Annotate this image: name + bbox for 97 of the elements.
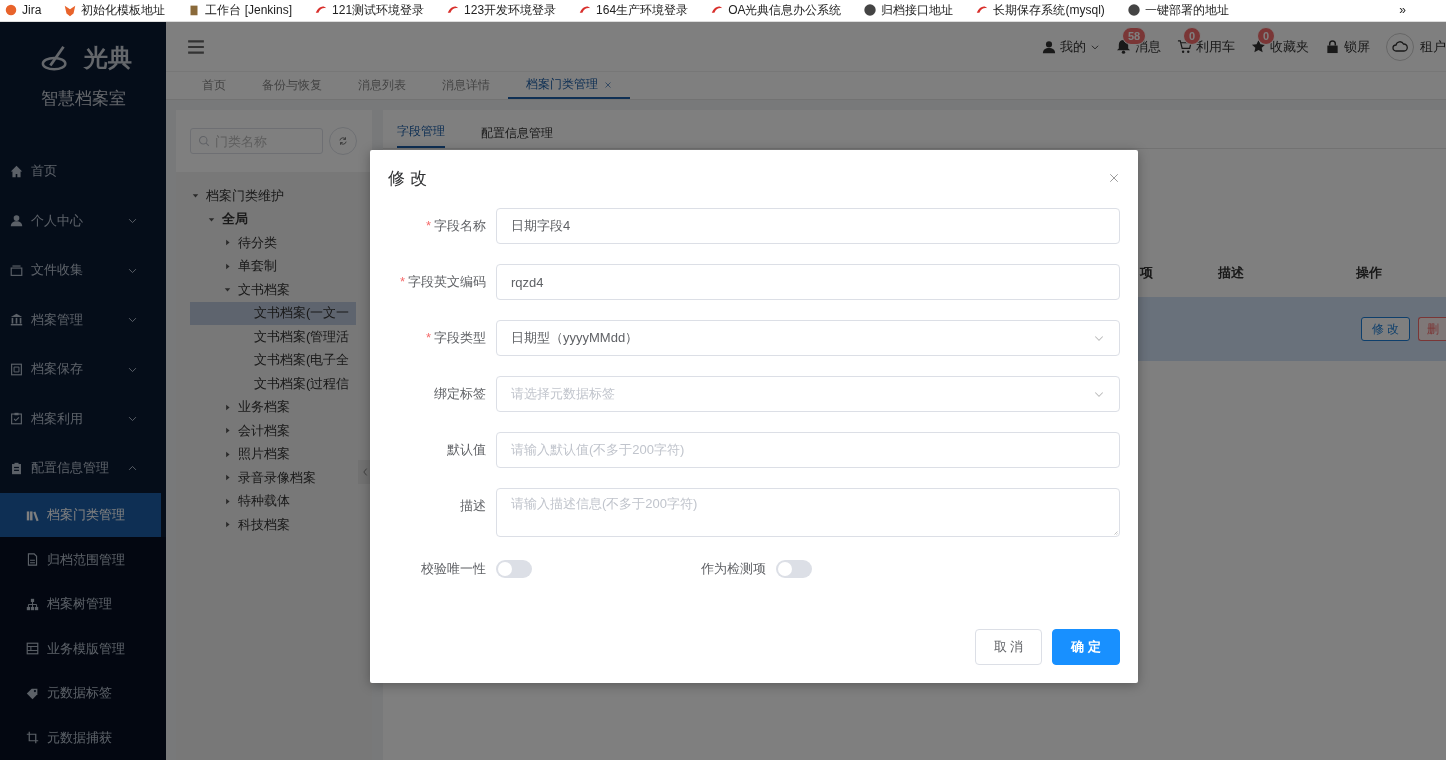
bank-icon	[10, 313, 23, 327]
content-tab[interactable]: 配置信息管理	[481, 125, 553, 148]
field-label: 字段英文编码	[408, 274, 486, 289]
tree-node[interactable]: 文书档案(电子全	[190, 348, 356, 372]
bookmark-link[interactable]: OA光典信息办公系统	[710, 0, 842, 20]
search-icon	[198, 135, 210, 147]
tree-node[interactable]: 全局	[190, 207, 356, 231]
column-header: 操作	[1356, 264, 1383, 282]
field-label: 描述	[460, 498, 486, 513]
site-icon	[4, 3, 18, 17]
sidebar-subitem[interactable]: 归档范围管理	[0, 537, 166, 582]
net-icon	[26, 597, 39, 611]
sidebar-item[interactable]: 配置信息管理	[0, 443, 166, 493]
required-mark: *	[399, 274, 405, 289]
crop-icon	[26, 731, 39, 745]
tray-icon	[10, 263, 23, 277]
sidebar-item[interactable]: 档案保存	[0, 344, 166, 394]
star-icon	[1251, 39, 1266, 54]
tree-node[interactable]: 文书档案(过程信	[190, 372, 356, 396]
tree-node[interactable]: 文书档案	[190, 278, 356, 302]
page-tab[interactable]: 首页	[184, 72, 244, 99]
content-tab[interactable]: 字段管理	[397, 123, 445, 148]
bookmark-link[interactable]: 一键部署的地址	[1126, 0, 1229, 20]
tree-node[interactable]: 科技档案	[190, 513, 356, 537]
bookmark-link[interactable]: 归档接口地址	[863, 0, 954, 20]
sidebar-subitem[interactable]: 档案门类管理	[0, 492, 161, 538]
board-icon	[10, 461, 23, 475]
user-icon	[10, 214, 23, 228]
cart-icon	[1177, 39, 1192, 54]
tree-node[interactable]: 业务档案	[190, 395, 356, 419]
menu-icon[interactable]	[186, 37, 206, 56]
tree-node[interactable]: 特种载体	[190, 489, 356, 513]
chevron-left-icon	[360, 466, 370, 478]
toggle-switch[interactable]	[776, 560, 812, 578]
required-mark: *	[425, 330, 431, 345]
refresh-button[interactable]	[329, 127, 357, 155]
delete-button[interactable]: 删	[1418, 317, 1446, 341]
field-label: 字段类型	[434, 330, 486, 345]
books-icon	[26, 508, 39, 522]
sidebar-subitem[interactable]: 元数据捕获	[0, 715, 166, 760]
user-menu[interactable]: 我的	[1042, 37, 1100, 56]
sidebar-item[interactable]: 个人中心	[0, 195, 166, 246]
more-bookmarks-button[interactable]: »	[1399, 0, 1406, 20]
tenant-menu[interactable]: 租户	[1386, 32, 1446, 61]
switch-label: 作为检测项	[700, 560, 767, 578]
switch-label: 校验唯一性	[420, 560, 487, 578]
input-field[interactable]: rqzd4	[496, 264, 1120, 300]
tag-icon	[26, 686, 39, 700]
edit-button[interactable]: 修 改	[1360, 317, 1410, 341]
bookmark-link[interactable]: 123开发环境登录	[446, 0, 557, 20]
site-icon	[63, 3, 78, 17]
tree-node[interactable]: 档案门类维护	[190, 184, 356, 208]
bookmark-link[interactable]: 164生产环境登录	[578, 0, 689, 20]
select-field[interactable]: 日期型（yyyyMMdd）	[496, 320, 1120, 356]
tree-node[interactable]: 照片档案	[190, 442, 356, 466]
sidebar-item[interactable]: 文件收集	[0, 245, 166, 295]
column-header: 项	[1140, 264, 1154, 282]
column-header: 描述	[1218, 264, 1245, 282]
sidebar-subitem[interactable]: 元数据标签	[0, 670, 166, 716]
sidebar-item[interactable]: 首页	[0, 146, 166, 196]
tree-node[interactable]: 录音录像档案	[190, 466, 356, 490]
tree-node[interactable]: 单套制	[190, 254, 356, 278]
required-mark: *	[425, 218, 431, 233]
bookmark-link[interactable]: 工作台 [Jenkins]	[187, 0, 293, 20]
tree-node[interactable]: 会计档案	[190, 419, 356, 443]
field-label: 默认值	[447, 442, 486, 457]
header-action[interactable]: 锁屏	[1325, 37, 1370, 56]
bookmark-link[interactable]: 初始化模板地址	[63, 0, 166, 20]
sidebar-item[interactable]: 档案利用	[0, 393, 166, 444]
user-icon	[1042, 39, 1056, 54]
dialog-title: 修 改	[388, 167, 427, 190]
home-icon	[10, 164, 23, 178]
toggle-switch[interactable]	[496, 560, 532, 578]
doc-icon	[26, 553, 39, 567]
field-label: 绑定标签	[434, 386, 486, 401]
confirm-button[interactable]: 确 定	[1052, 629, 1120, 665]
field-label: 字段名称	[434, 218, 486, 233]
sidebar-item[interactable]: 档案管理	[0, 294, 166, 345]
cancel-button[interactable]: 取 消	[974, 629, 1043, 665]
close-icon[interactable]	[1108, 172, 1120, 184]
bookmark-link[interactable]: 长期保存系统(mysql)	[975, 0, 1105, 20]
tree-node[interactable]: 待分类	[190, 231, 356, 255]
bookmark-link[interactable]: 121测试环境登录	[314, 0, 425, 20]
logo-text: 光典	[84, 42, 132, 73]
bookmark-link[interactable]: Jira	[4, 0, 42, 20]
sidebar-subitem[interactable]: 档案树管理	[0, 581, 166, 627]
lock-icon	[1325, 39, 1340, 54]
layout-icon	[26, 642, 39, 656]
sidebar-subitem[interactable]: 业务模版管理	[0, 626, 166, 671]
refresh-icon	[338, 136, 348, 146]
input-field[interactable]: 日期字段4	[496, 208, 1120, 244]
tree-node[interactable]: 文书档案(管理活	[190, 325, 356, 349]
clip-icon	[10, 412, 23, 426]
close-icon[interactable]	[604, 80, 612, 89]
cloud-icon	[1392, 38, 1408, 55]
app-subtitle: 智慧档案室	[39, 88, 127, 111]
box-icon	[10, 362, 23, 376]
